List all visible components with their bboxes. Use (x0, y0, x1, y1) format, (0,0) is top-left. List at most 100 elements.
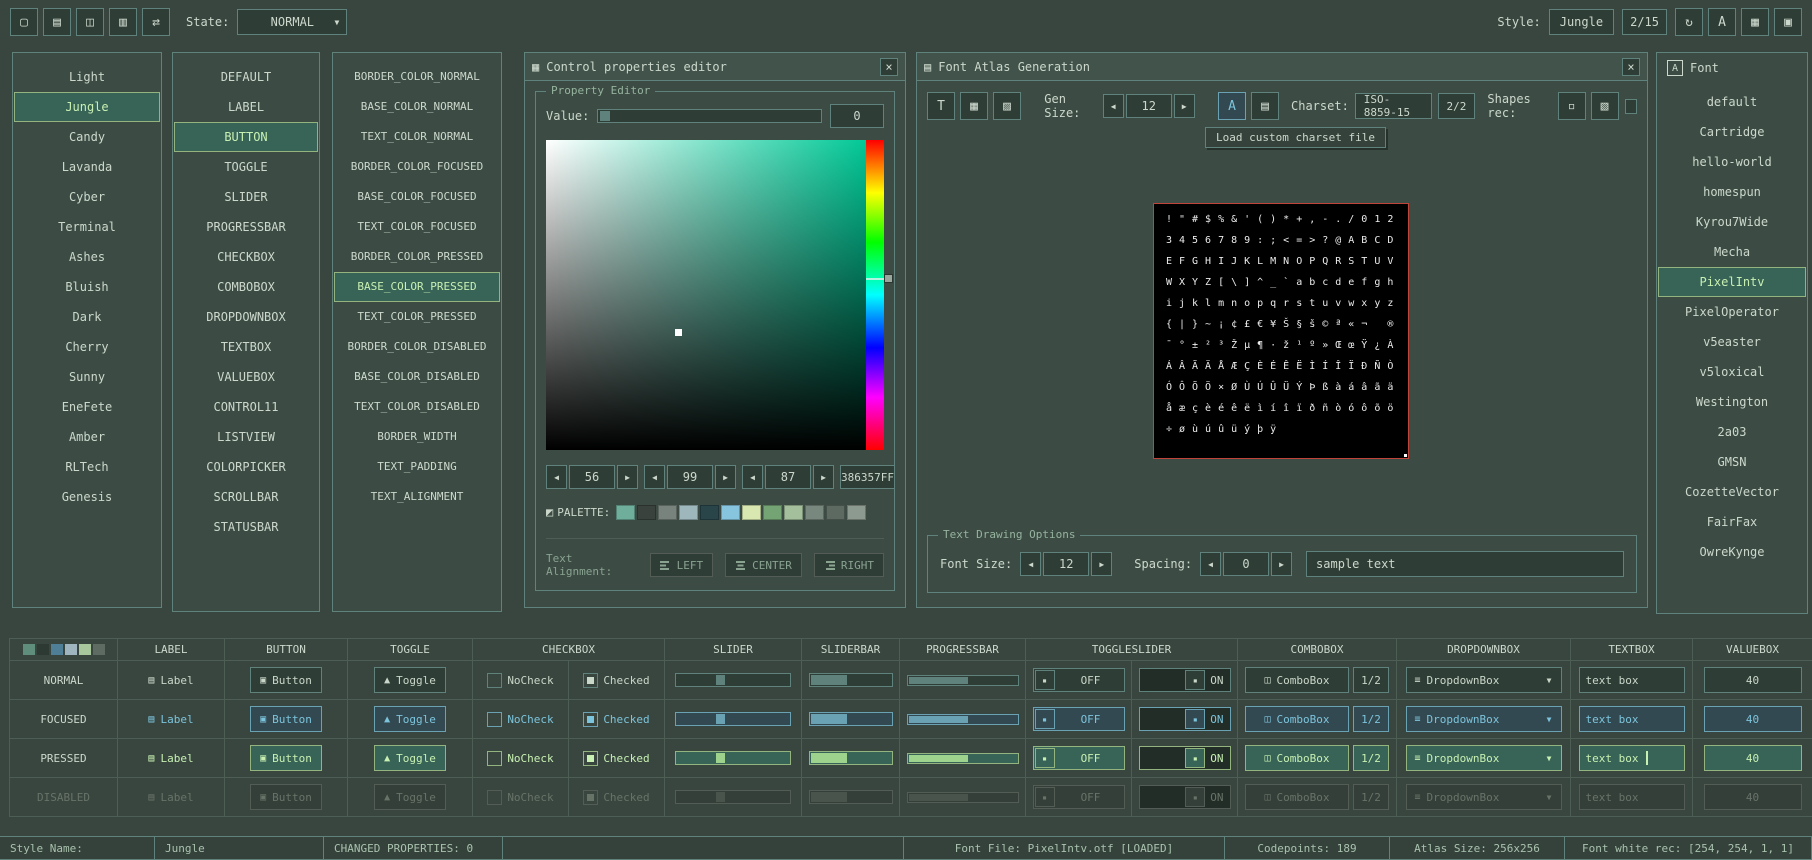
blue-spinner-left-icon[interactable]: ◀ (742, 465, 763, 489)
sample-sliderbar-pressed[interactable] (809, 751, 893, 765)
sample-dropdownbox-disabled[interactable]: ≡DropdownBox▼ (1406, 784, 1562, 810)
style-item-cherry[interactable]: Cherry (14, 332, 160, 362)
style-item-enefete[interactable]: EneFete (14, 392, 160, 422)
sample-button-normal[interactable]: ▣Button (250, 667, 322, 693)
control-item-listview[interactable]: LISTVIEW (174, 422, 318, 452)
font-item-westington[interactable]: Westington (1658, 387, 1806, 417)
hue-bar[interactable] (866, 140, 884, 450)
control-item-default[interactable]: DEFAULT (174, 62, 318, 92)
green-value[interactable]: 99 (667, 465, 713, 489)
font-item-pixelintv[interactable]: PixelIntv (1658, 267, 1806, 297)
sample-sliderbar-focused[interactable] (809, 712, 893, 726)
gen-size-right-icon[interactable]: ▶ (1174, 94, 1195, 118)
property-item-text-padding[interactable]: TEXT_PADDING (334, 452, 500, 482)
palette-swatch-4[interactable] (679, 505, 698, 520)
sample-dropdownbox-pressed[interactable]: ≡DropdownBox▼ (1406, 745, 1562, 771)
sample-toggleslider-on-focused[interactable]: ▪ON (1139, 707, 1231, 731)
font-item-owrekynge[interactable]: OwreKynge (1658, 537, 1806, 567)
sample-textbox-focused[interactable]: text box (1579, 706, 1685, 732)
load-custom-charset-button[interactable]: A (1218, 92, 1246, 120)
font-item-cartridge[interactable]: Cartridge (1658, 117, 1806, 147)
style-item-terminal[interactable]: Terminal (14, 212, 160, 242)
control-item-statusbar[interactable]: STATUSBAR (174, 512, 318, 542)
atlas-data-view-button[interactable]: ▨ (993, 92, 1021, 120)
font-item-pixeloperator[interactable]: PixelOperator (1658, 297, 1806, 327)
sample-toggleslider-on-normal[interactable]: ▪ON (1139, 668, 1231, 692)
align-center-button[interactable]: CENTER (725, 553, 802, 577)
sample-button-disabled[interactable]: ▣Button (250, 784, 322, 810)
combobox-counter[interactable]: 1/2 (1353, 745, 1389, 771)
save-style-button[interactable]: ◫ (76, 8, 104, 36)
sample-toggle-focused[interactable]: ▲Toggle (374, 706, 446, 732)
charset-value[interactable]: ISO-8859-15 (1355, 93, 1432, 119)
style-item-candy[interactable]: Candy (14, 122, 160, 152)
controls-table-view-button[interactable]: ▦ (1741, 8, 1769, 36)
property-item-text-color-disabled[interactable]: TEXT_COLOR_DISABLED (334, 392, 500, 422)
font-atlas-preview[interactable]: !"#$%&'()*+,-./0123456789:;<=>?@ABCDEFGH… (1153, 203, 1409, 459)
sample-toggleslider-off-pressed[interactable]: ▪OFF (1033, 746, 1125, 770)
atlas-titlebar[interactable]: ▤ Font Atlas Generation × (917, 53, 1647, 81)
charset-preview-button[interactable]: ▤ (1251, 92, 1279, 120)
sample-checkbox-unchecked-focused[interactable]: NoCheck (487, 712, 553, 727)
sample-combobox-disabled[interactable]: ◫ComboBox1/2 (1245, 784, 1389, 810)
property-item-border-color-disabled[interactable]: BORDER_COLOR_DISABLED (334, 332, 500, 362)
hex-value-input[interactable]: 386357FF (840, 465, 895, 489)
palette-swatch-10[interactable] (805, 505, 824, 520)
sample-sliderbar-normal[interactable] (809, 673, 893, 687)
palette-swatch-6[interactable] (721, 505, 740, 520)
value-slider[interactable] (597, 109, 822, 123)
style-item-dark[interactable]: Dark (14, 302, 160, 332)
control-item-textbox[interactable]: TEXTBOX (174, 332, 318, 362)
spacing-value[interactable]: 0 (1223, 552, 1269, 576)
about-button[interactable]: ▣ (1774, 8, 1802, 36)
sample-valuebox-disabled[interactable]: 40 (1704, 784, 1802, 810)
control-item-control11[interactable]: CONTROL11 (174, 392, 318, 422)
shapes-rec-mode-button[interactable]: ▧ (1591, 92, 1619, 120)
font-item-kyrou7wide[interactable]: Kyrou7Wide (1658, 207, 1806, 237)
property-item-border-color-focused[interactable]: BORDER_COLOR_FOCUSED (334, 152, 500, 182)
font-item-fairfax[interactable]: FairFax (1658, 507, 1806, 537)
atlas-view-button[interactable]: ▦ (960, 92, 988, 120)
property-item-border-color-pressed[interactable]: BORDER_COLOR_PRESSED (334, 242, 500, 272)
sample-checkbox-unchecked-normal[interactable]: NoCheck (487, 673, 553, 688)
editor-titlebar[interactable]: ▦ Control properties editor × (525, 53, 905, 81)
style-item-ashes[interactable]: Ashes (14, 242, 160, 272)
sample-textbox-normal[interactable]: text box (1579, 667, 1685, 693)
new-style-button[interactable]: ▢ (10, 8, 38, 36)
gen-size-left-icon[interactable]: ◀ (1103, 94, 1124, 118)
control-item-valuebox[interactable]: VALUEBOX (174, 362, 318, 392)
sample-checkbox-checked-pressed[interactable]: Checked (583, 751, 649, 766)
spacing-left-icon[interactable]: ◀ (1200, 552, 1221, 576)
close-icon[interactable]: × (1622, 58, 1640, 76)
sample-textbox-pressed[interactable]: text box (1579, 745, 1685, 771)
sample-toggle-normal[interactable]: ▲Toggle (374, 667, 446, 693)
load-font-button[interactable]: T (927, 92, 955, 120)
sample-checkbox-checked-focused[interactable]: Checked (583, 712, 649, 727)
sample-toggle-disabled[interactable]: ▲Toggle (374, 784, 446, 810)
style-item-amber[interactable]: Amber (14, 422, 160, 452)
control-item-toggle[interactable]: TOGGLE (174, 152, 318, 182)
combobox-counter[interactable]: 1/2 (1353, 706, 1389, 732)
sample-toggleslider-off-disabled[interactable]: ▪OFF (1033, 785, 1125, 809)
sample-toggleslider-off-normal[interactable]: ▪OFF (1033, 668, 1125, 692)
sample-combobox-normal[interactable]: ◫ComboBox1/2 (1245, 667, 1389, 693)
style-item-bluish[interactable]: Bluish (14, 272, 160, 302)
shapes-rec-checkbox[interactable] (1625, 99, 1637, 114)
random-style-button[interactable]: ⇄ (142, 8, 170, 36)
sample-dropdownbox-focused[interactable]: ≡DropdownBox▼ (1406, 706, 1562, 732)
font-item-mecha[interactable]: Mecha (1658, 237, 1806, 267)
combobox-counter[interactable]: 1/2 (1353, 784, 1389, 810)
sample-text-input[interactable]: sample text (1306, 551, 1624, 577)
property-item-base-color-disabled[interactable]: BASE_COLOR_DISABLED (334, 362, 500, 392)
red-value[interactable]: 56 (569, 465, 615, 489)
font-item-v5loxical[interactable]: v5loxical (1658, 357, 1806, 387)
palette-swatch-5[interactable] (700, 505, 719, 520)
style-item-cyber[interactable]: Cyber (14, 182, 160, 212)
sample-valuebox-focused[interactable]: 40 (1704, 706, 1802, 732)
spacing-right-icon[interactable]: ▶ (1271, 552, 1292, 576)
property-item-base-color-pressed[interactable]: BASE_COLOR_PRESSED (334, 272, 500, 302)
palette-swatch-8[interactable] (763, 505, 782, 520)
property-item-text-color-focused[interactable]: TEXT_COLOR_FOCUSED (334, 212, 500, 242)
font-item-default[interactable]: default (1658, 87, 1806, 117)
sample-combobox-focused[interactable]: ◫ComboBox1/2 (1245, 706, 1389, 732)
